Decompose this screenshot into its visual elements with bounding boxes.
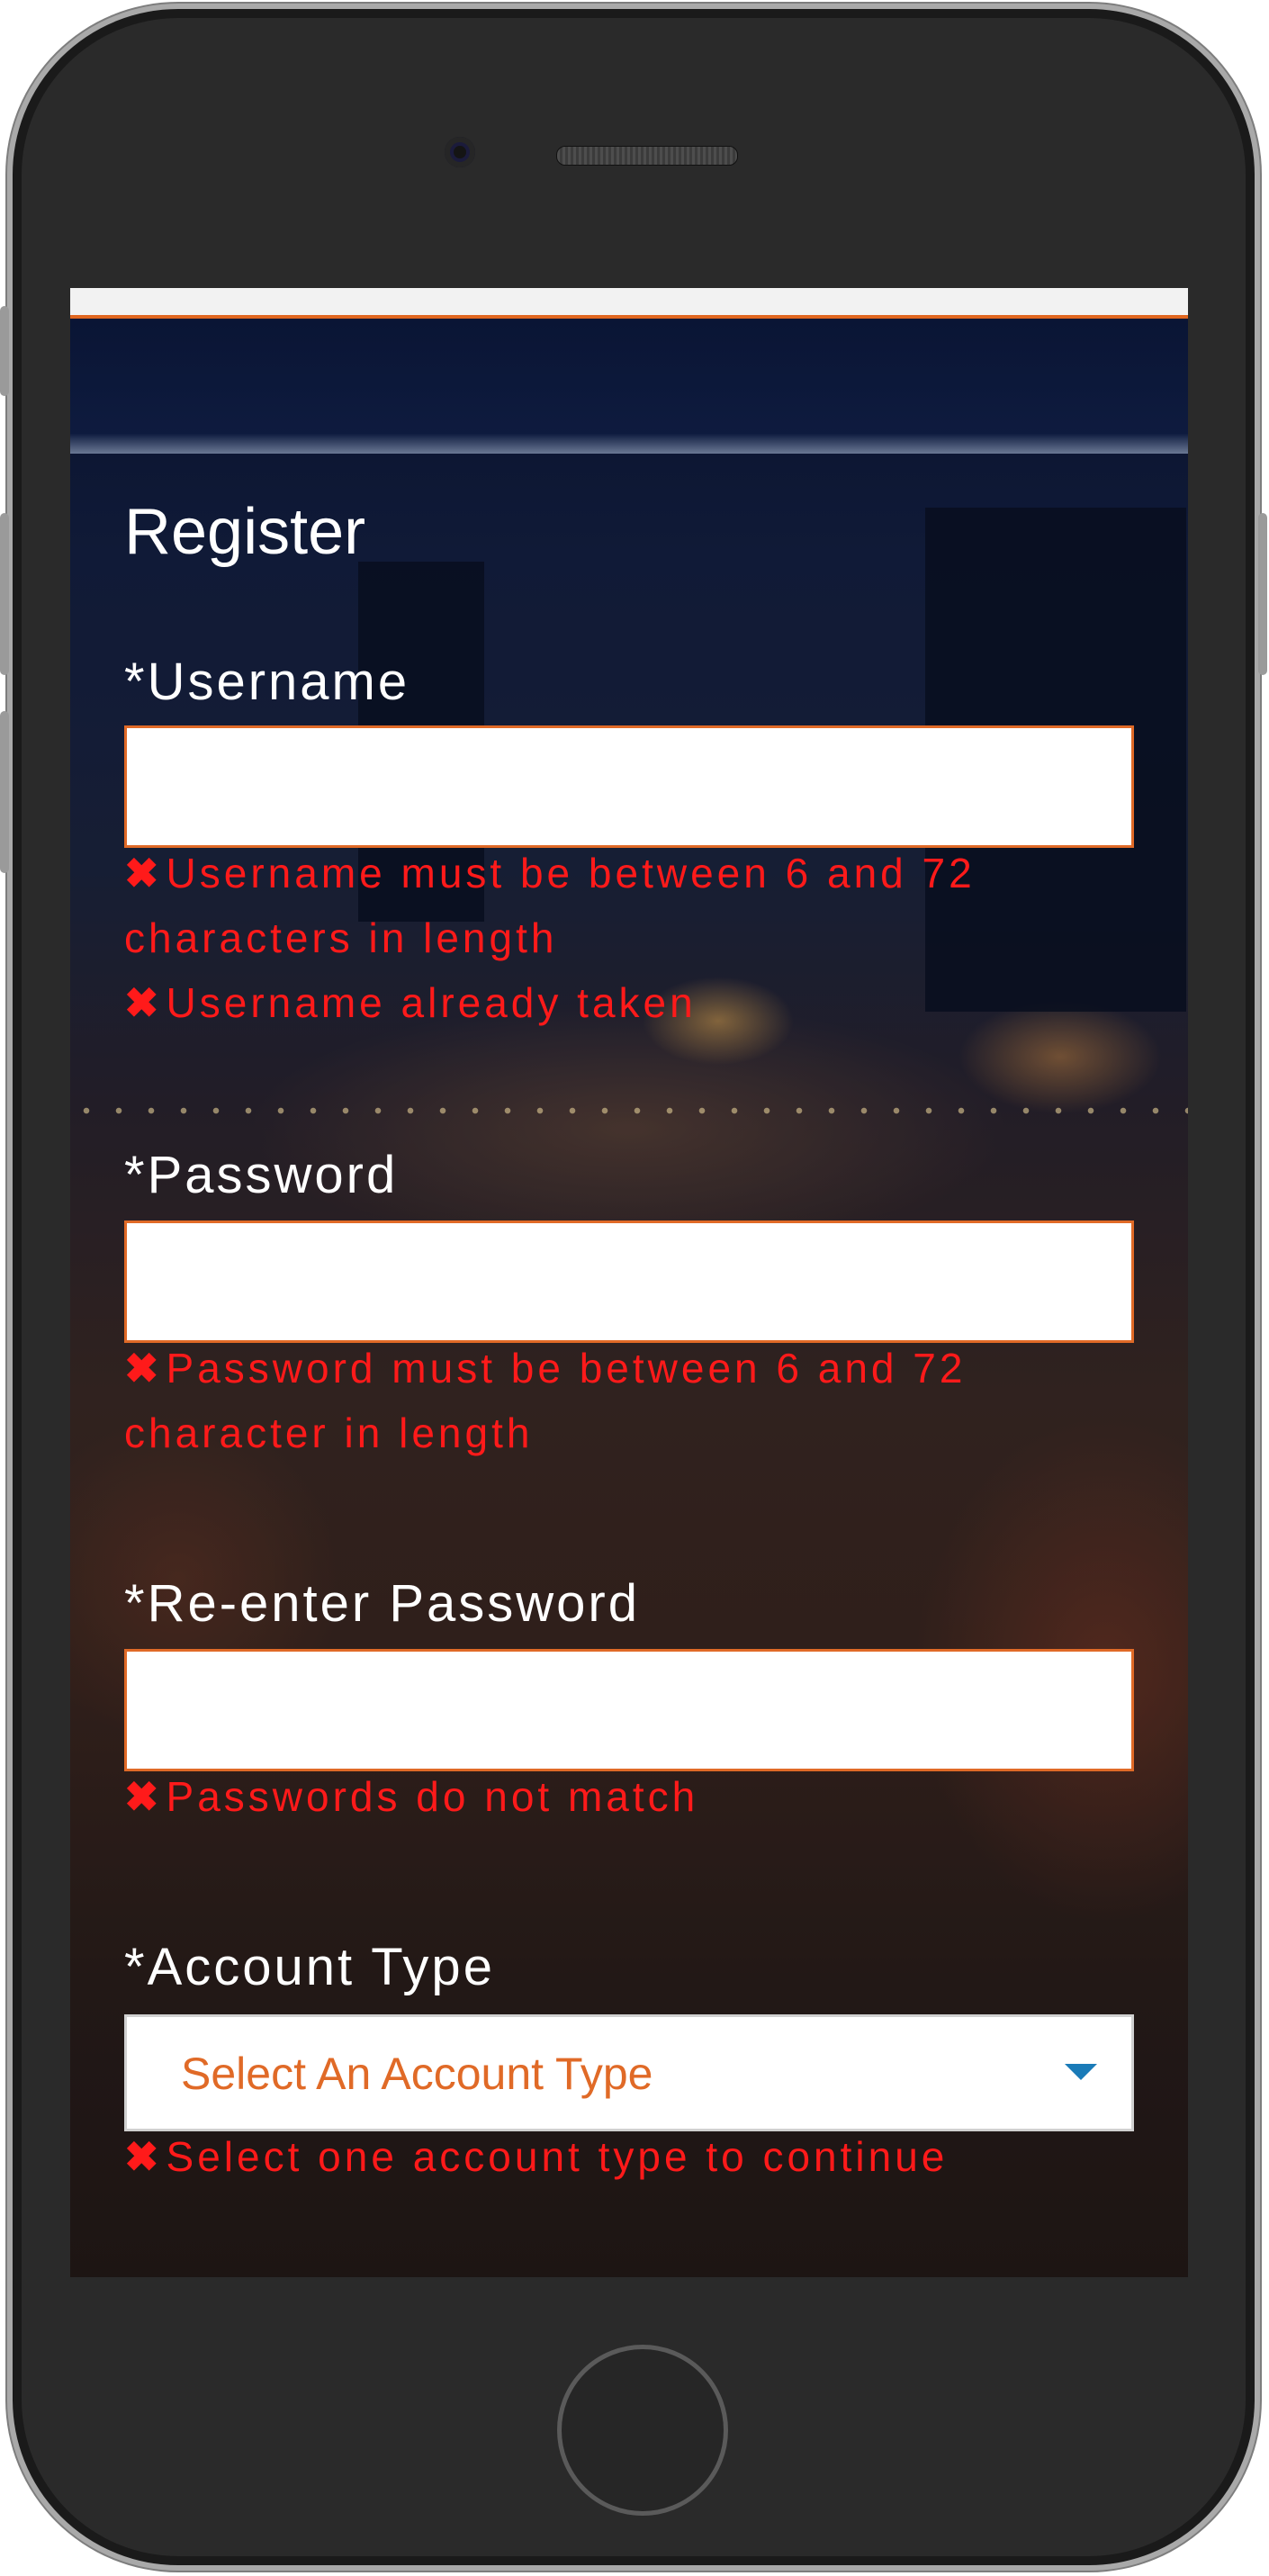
close-icon: ✖ [124, 2133, 163, 2180]
close-icon: ✖ [124, 850, 163, 896]
close-icon: ✖ [124, 1773, 163, 1820]
earpiece-speaker [556, 146, 738, 166]
phone-volume-up [0, 513, 9, 675]
phone-mute-switch [0, 306, 9, 396]
app-screen: Register *Username ✖Username must be bet… [70, 288, 1188, 2277]
phone-volume-down [0, 711, 9, 873]
password-error-text: Password must be between 6 and 72 charac… [124, 1345, 967, 1456]
home-button[interactable] [557, 2345, 728, 2516]
reenter-password-label: *Re-enter Password [124, 1574, 640, 1633]
app-header [70, 319, 1188, 454]
username-label: *Username [124, 653, 410, 711]
reenter-password-error: ✖Passwords do not match [124, 1764, 1134, 1829]
close-icon: ✖ [124, 979, 163, 1026]
password-error: ✖Password must be between 6 and 72 chara… [124, 1336, 1134, 1465]
password-label: *Password [124, 1146, 399, 1204]
username-error-text: Username already taken [166, 979, 697, 1026]
close-icon: ✖ [124, 1345, 163, 1392]
caret-down-icon [1065, 2064, 1097, 2080]
account-type-value: Select An Account Type [181, 2049, 653, 2099]
password-input[interactable] [124, 1220, 1134, 1343]
username-error: ✖Username must be between 6 and 72 chara… [124, 841, 1134, 970]
reenter-password-error-text: Passwords do not match [166, 1773, 699, 1820]
status-bar [70, 288, 1188, 319]
string-lights [70, 1102, 1188, 1138]
account-type-label: *Account Type [124, 1938, 495, 1996]
phone-power-button [1258, 513, 1267, 675]
username-error-text: Username must be between 6 and 72 charac… [124, 850, 976, 961]
front-camera [445, 137, 475, 167]
reenter-password-input[interactable] [124, 1649, 1134, 1771]
username-input[interactable] [124, 725, 1134, 848]
account-type-select[interactable]: Select An Account Type [124, 2014, 1134, 2131]
account-type-error: ✖Select one account type to continue [124, 2124, 1134, 2189]
account-type-error-text: Select one account type to continue [166, 2133, 949, 2180]
page-title: Register [124, 496, 366, 568]
username-error: ✖Username already taken [124, 970, 1134, 1035]
